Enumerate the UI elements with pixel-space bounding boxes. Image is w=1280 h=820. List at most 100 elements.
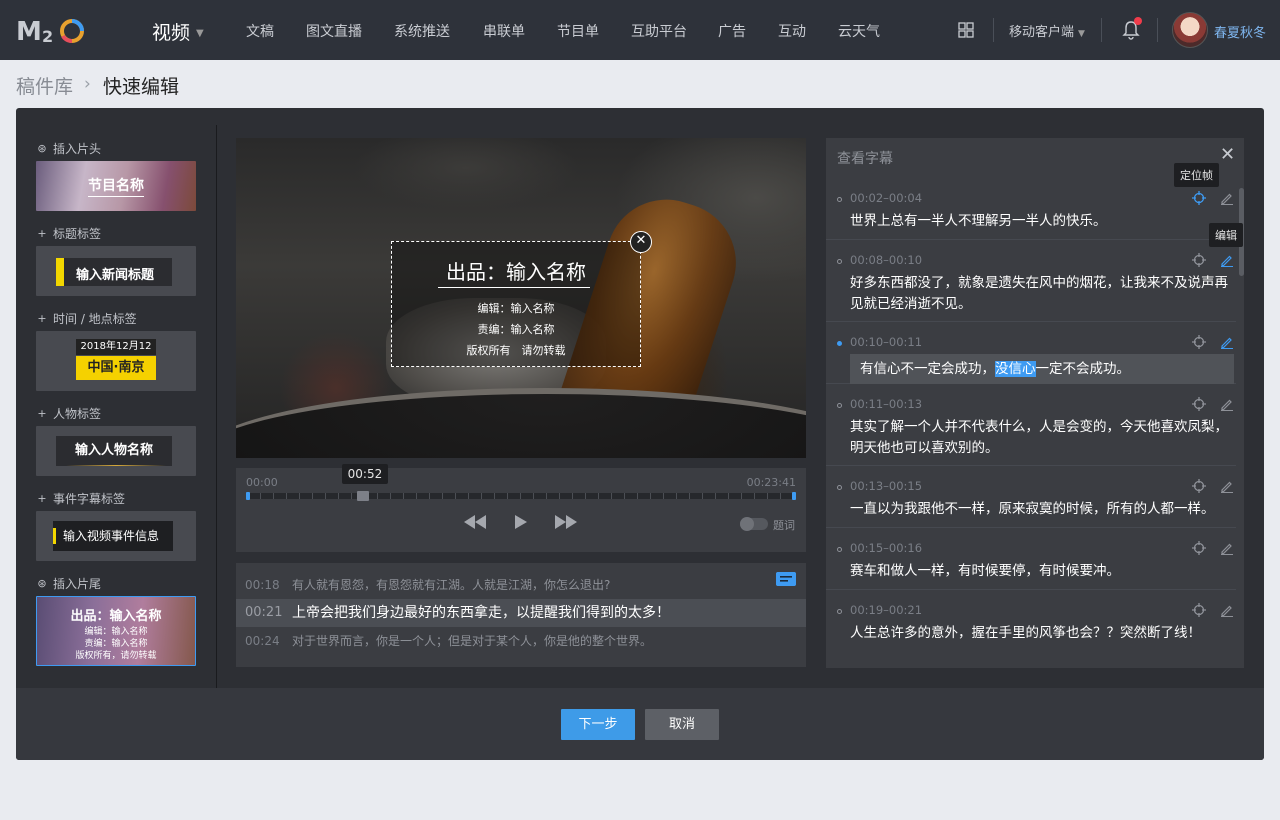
section-time-place: + 时间 / 地点标签: [36, 310, 137, 327]
locate-frame-tooltip: 定位帧: [1174, 163, 1219, 187]
locate-frame-icon[interactable]: [1192, 253, 1206, 267]
subtitle-item[interactable]: 00:02–00:04 世界上总有一半人不理解另一半人的快乐。: [826, 178, 1236, 240]
section-title-tag-label: 标题标签: [53, 227, 102, 241]
film-reel-icon: ⊛: [37, 142, 47, 155]
nav-item-rundown[interactable]: 串联单: [483, 21, 525, 41]
section-person-label: 人物标签: [53, 407, 102, 421]
transcript-text: 有人就有恩怨，有恩怨就有江湖。人就是江湖，你怎么退出?: [292, 578, 611, 592]
plus-icon: +: [37, 407, 47, 420]
subtitle-item-editing[interactable]: 00:10–00:11 有信心不一定会成功，没信心一定不会成功。: [826, 322, 1236, 384]
opening-template-title: 节目名称: [88, 178, 144, 194]
timeline-dot: [837, 547, 842, 552]
subtitle-text-selection: 没信心: [995, 361, 1036, 377]
apps-grid-icon[interactable]: [958, 22, 974, 38]
next-step-button[interactable]: 下一步: [561, 709, 635, 740]
avatar[interactable]: [1172, 12, 1208, 48]
section-label: 视频: [152, 22, 191, 44]
opening-template[interactable]: 节目名称: [36, 161, 196, 211]
subtitle-icon[interactable]: [776, 572, 796, 586]
section-opening: ⊛ 插入片头: [36, 140, 101, 157]
timeline-start-marker[interactable]: [246, 492, 250, 500]
news-title-text: 输入新闻标题: [76, 268, 155, 283]
locate-frame-icon[interactable]: [1192, 479, 1206, 493]
ending-title: 出品：输入名称: [70, 609, 162, 624]
event-template[interactable]: 输入视频事件信息: [36, 511, 196, 561]
action-bar: [16, 688, 1264, 760]
subtitle-item[interactable]: 00:19–00:21 人生总许多的意外，握在手里的风筝也会？？突然断了线！: [826, 590, 1236, 652]
play-icon[interactable]: [514, 515, 528, 529]
nav-item-live[interactable]: 图文直播: [306, 21, 362, 41]
nav-item-manuscript[interactable]: 文稿: [246, 21, 274, 41]
current-time-tooltip: 00:52: [341, 464, 389, 484]
prompter-toggle[interactable]: [740, 517, 768, 531]
section-selector[interactable]: 视频 ▼: [152, 18, 204, 45]
player-controls: 00:00 00:23:41 00:52 题词: [236, 464, 806, 552]
transcript-row[interactable]: 00:18 有人就有恩怨，有恩怨就有江湖。人就是江湖，你怎么退出?: [236, 571, 806, 599]
transcript-row[interactable]: 00:24 对于世界而言，你是一个人；但是对于某个人，你是他的整个世界。: [236, 627, 806, 655]
nav-item-interact[interactable]: 互动: [778, 21, 806, 41]
plus-icon: +: [37, 312, 47, 325]
section-opening-label: 插入片头: [53, 142, 102, 156]
section-event-label: 事件字幕标签: [53, 492, 126, 506]
accent-bar: [53, 528, 56, 544]
timeline-dot: [837, 609, 842, 614]
section-ending-label: 插入片尾: [53, 577, 102, 591]
playhead-handle[interactable]: [356, 491, 369, 501]
caption-overlay[interactable]: 出品：输入名称 编辑：输入名称 责编：输入名称 版权所有 请勿转载: [391, 241, 641, 367]
ending-template[interactable]: 出品：输入名称 编辑：输入名称 责编：输入名称 版权所有，请勿转载: [36, 596, 196, 666]
nav-item-platform[interactable]: 互助平台: [631, 21, 687, 41]
close-icon[interactable]: ✕: [1220, 144, 1235, 165]
person-template[interactable]: 输入人物名称: [36, 426, 196, 476]
sidebar-divider: [216, 125, 217, 688]
edit-icon[interactable]: [1220, 603, 1234, 617]
video-preview[interactable]: 出品：输入名称 编辑：输入名称 责编：输入名称 版权所有 请勿转载 ✕: [236, 138, 806, 458]
news-title-box: 输入新闻标题: [56, 258, 172, 286]
fast-forward-icon[interactable]: [555, 515, 577, 529]
nav-item-ads[interactable]: 广告: [718, 21, 746, 41]
nav-item-weather[interactable]: 云天气: [838, 21, 880, 41]
timeline-track[interactable]: [248, 493, 794, 499]
transcript-time: 00:24: [245, 634, 280, 648]
transcript-text: 上帝会把我们身边最好的东西拿走，以提醒我们得到的太多！: [292, 605, 670, 621]
subtitle-item[interactable]: 00:08–00:10 好多东西都没了，就象是遗失在风中的烟花，让我来不及说声再…: [826, 240, 1236, 322]
locate-frame-icon[interactable]: [1192, 603, 1206, 617]
locate-frame-icon[interactable]: [1192, 397, 1206, 411]
breadcrumb-parent[interactable]: 稿件库: [16, 72, 73, 99]
time-place-template[interactable]: 2018年12月12日 中国·南京: [36, 331, 196, 391]
edit-icon[interactable]: [1220, 191, 1234, 205]
ending-rights: 版权所有，请勿转载: [75, 651, 157, 661]
section-ending: ⊛ 插入片尾: [36, 575, 101, 592]
date-text: 2018年12月12日: [76, 339, 156, 368]
edit-icon[interactable]: [1220, 479, 1234, 493]
transcript-list: 00:18 有人就有恩怨，有恩怨就有江湖。人就是江湖，你怎么退出? 00:21 …: [236, 563, 806, 667]
m2c-logo[interactable]: M 2: [16, 14, 92, 46]
edit-icon[interactable]: [1220, 335, 1234, 349]
subtitle-time: 00:10–00:11: [850, 335, 923, 349]
subtitle-item[interactable]: 00:11–00:13 其实了解一个人并不代表什么，人是会变的，今天他喜欢凤梨，…: [826, 384, 1236, 466]
transcript-text: 对于世界而言，你是一个人；但是对于某个人，你是他的整个世界。: [292, 634, 653, 648]
nav-item-schedule[interactable]: 节目单: [557, 21, 599, 41]
locate-frame-icon[interactable]: [1192, 541, 1206, 555]
section-time-place-label: 时间 / 地点标签: [53, 312, 137, 326]
rewind-icon[interactable]: [464, 515, 486, 529]
timeline-end-marker[interactable]: [792, 492, 796, 500]
mobile-client-dropdown[interactable]: 移动客户端 ▼: [1009, 21, 1085, 40]
edit-icon[interactable]: [1220, 541, 1234, 555]
edit-icon[interactable]: [1220, 253, 1234, 267]
subtitle-item[interactable]: 00:15–00:16 赛车和做人一样，有时候要停，有时候要冲。: [826, 528, 1236, 590]
locate-frame-icon[interactable]: [1192, 335, 1206, 349]
cancel-button[interactable]: 取消: [645, 709, 719, 740]
title-tag-template[interactable]: 输入新闻标题: [36, 246, 196, 296]
username[interactable]: 春夏秋冬: [1214, 22, 1266, 41]
bowl-image-region: [236, 388, 806, 458]
subtitle-item[interactable]: 00:13–00:15 一直以为我跟他不一样，原来寂寞的时候，所有的人都一样。: [826, 466, 1236, 528]
place-text: 中国·南京: [76, 356, 156, 380]
transcript-row-active[interactable]: 00:21 上帝会把我们身边最好的东西拿走，以提醒我们得到的太多！: [236, 599, 806, 627]
locate-frame-icon[interactable]: [1192, 191, 1206, 205]
timeline-dot-active: [837, 341, 842, 346]
close-icon[interactable]: ✕: [630, 231, 652, 253]
subtitle-edit-input[interactable]: 有信心不一定会成功，没信心一定不会成功。: [850, 354, 1234, 384]
edit-icon[interactable]: [1220, 397, 1234, 411]
nav-item-push[interactable]: 系统推送: [394, 21, 450, 41]
gold-underline: [66, 465, 166, 466]
